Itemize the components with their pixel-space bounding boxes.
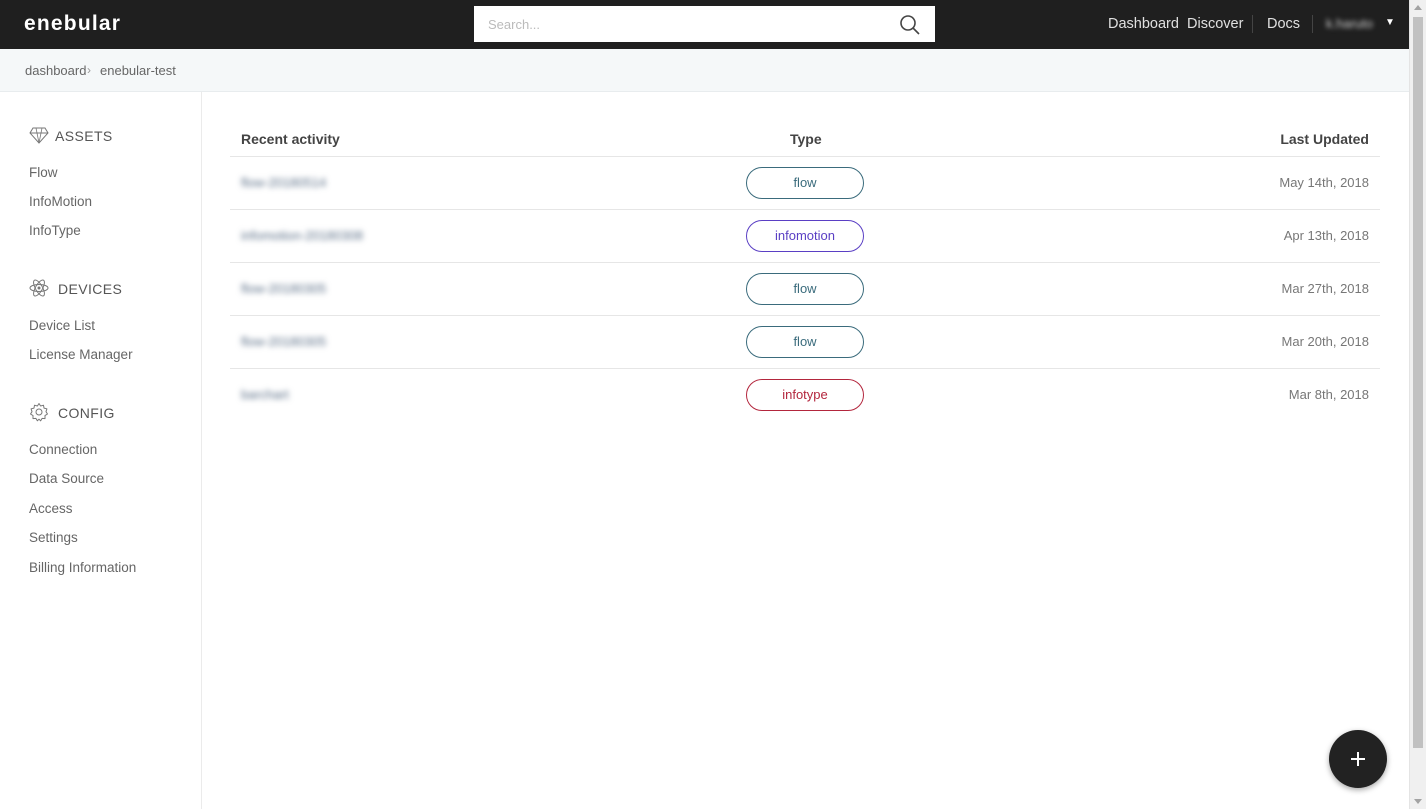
scroll-up-arrow-icon[interactable]	[1414, 5, 1422, 10]
nav-divider	[1252, 15, 1253, 33]
sidebar-item-access[interactable]: Access	[29, 501, 73, 516]
search-input[interactable]	[474, 6, 894, 42]
type-badge-flow[interactable]: flow	[746, 326, 864, 358]
last-updated-date: May 14th, 2018	[1279, 175, 1369, 190]
last-updated-date: Mar 20th, 2018	[1281, 334, 1369, 349]
user-menu[interactable]: k.haruto	[1326, 16, 1373, 31]
table-row[interactable]: flow-20180305 flow Mar 27th, 2018	[230, 263, 1380, 316]
table-header: Recent activity Type Last Updated	[230, 122, 1380, 157]
sidebar-item-data-source[interactable]: Data Source	[29, 471, 104, 486]
sidebar: ASSETS Flow InfoMotion InfoType DEVICES …	[0, 92, 202, 809]
sidebar-item-infotype[interactable]: InfoType	[29, 223, 81, 238]
asset-name-link[interactable]: flow-20180305	[241, 281, 326, 296]
nav-docs-link[interactable]: Docs	[1267, 16, 1300, 32]
table-row[interactable]: barchart infotype Mar 8th, 2018	[230, 369, 1380, 422]
section-title: ASSETS	[55, 128, 113, 144]
asset-name-link[interactable]: flow-20180305	[241, 334, 326, 349]
table-row[interactable]: infomotion-20180308 infomotion Apr 13th,…	[230, 210, 1380, 263]
page-scrollbar[interactable]	[1409, 0, 1426, 809]
last-updated-date: Mar 8th, 2018	[1288, 387, 1369, 402]
column-header-last-updated: Last Updated	[1280, 131, 1369, 147]
scrollbar-thumb[interactable]	[1413, 17, 1423, 748]
breadcrumb-current: enebular-test	[100, 63, 176, 78]
sidebar-item-billing-information[interactable]: Billing Information	[29, 560, 136, 575]
diamond-icon	[29, 127, 49, 144]
table-row[interactable]: flow-20180514 flow May 14th, 2018	[230, 157, 1380, 210]
breadcrumb: dashboard › enebular-test	[0, 49, 1409, 92]
asset-name-link[interactable]: infomotion-20180308	[241, 228, 363, 243]
sidebar-item-device-list[interactable]: Device List	[29, 318, 95, 333]
app-logo[interactable]: enebular	[24, 12, 121, 36]
atom-icon	[29, 279, 49, 297]
sidebar-item-settings[interactable]: Settings	[29, 530, 78, 545]
main-content: Recent activity Type Last Updated flow-2…	[202, 92, 1409, 809]
sidebar-item-license-manager[interactable]: License Manager	[29, 347, 133, 362]
nav-divider	[1312, 15, 1313, 33]
nav-dashboard-link[interactable]: Dashboard	[1108, 16, 1179, 32]
add-asset-button[interactable]	[1329, 730, 1387, 788]
column-header-type: Type	[790, 131, 822, 147]
section-title: CONFIG	[58, 405, 115, 421]
caret-down-icon[interactable]: ▼	[1385, 17, 1395, 28]
type-badge-infomotion[interactable]: infomotion	[746, 220, 864, 252]
asset-name-link[interactable]: barchart	[241, 387, 289, 402]
table-row[interactable]: flow-20180305 flow Mar 20th, 2018	[230, 316, 1380, 369]
search-box	[474, 6, 935, 42]
sidebar-item-connection[interactable]: Connection	[29, 442, 97, 457]
sidebar-item-flow[interactable]: Flow	[29, 165, 58, 180]
section-title: DEVICES	[58, 281, 123, 297]
search-icon[interactable]	[899, 14, 921, 36]
breadcrumb-separator: ›	[87, 63, 91, 77]
type-badge-flow[interactable]: flow	[746, 273, 864, 305]
gear-icon	[30, 403, 48, 422]
last-updated-date: Mar 27th, 2018	[1281, 281, 1369, 296]
scroll-down-arrow-icon[interactable]	[1414, 799, 1422, 804]
asset-name-link[interactable]: flow-20180514	[241, 175, 326, 190]
top-navbar: enebular Dashboard Discover Docs k.harut…	[0, 0, 1409, 49]
nav-discover-link[interactable]: Discover	[1187, 16, 1243, 32]
sidebar-item-infomotion[interactable]: InfoMotion	[29, 194, 92, 209]
breadcrumb-dashboard[interactable]: dashboard	[25, 63, 86, 78]
type-badge-infotype[interactable]: infotype	[746, 379, 864, 411]
column-header-activity: Recent activity	[241, 131, 340, 147]
type-badge-flow[interactable]: flow	[746, 167, 864, 199]
last-updated-date: Apr 13th, 2018	[1283, 228, 1369, 243]
